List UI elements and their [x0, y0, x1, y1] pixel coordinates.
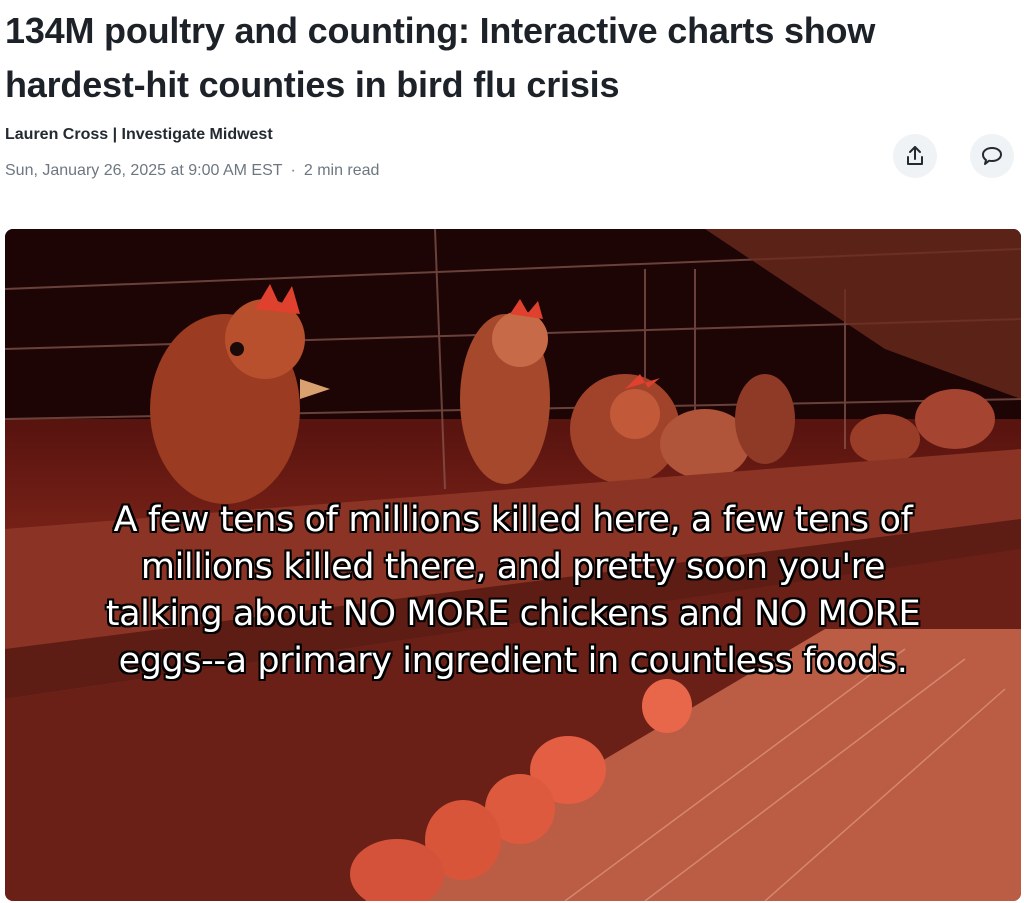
hero-image[interactable]: A few tens of millions killed here, a fe… — [5, 229, 1021, 901]
comment-button[interactable] — [970, 134, 1014, 178]
caption-line: eggs--a primary ingredient in countless … — [118, 641, 908, 681]
read-time: 2 min read — [303, 162, 380, 179]
share-icon — [907, 146, 923, 165]
caption-line: millions killed there, and pretty soon y… — [140, 547, 886, 587]
comment-icon — [982, 147, 1002, 165]
article-meta: Sun, January 26, 2025 at 9:00 AM EST · 2 m… — [5, 162, 379, 180]
meta-separator: · — [290, 162, 296, 179]
caption-line: A few tens of millions killed here, a fe… — [113, 500, 913, 540]
article-headline: 134M poultry and counting: Interactive c… — [5, 10, 876, 105]
byline[interactable]: Lauren Cross | Investigate Midwest — [5, 126, 273, 144]
share-button[interactable] — [893, 134, 937, 178]
publish-date: Sun, January 26, 2025 at 9:00 AM EST — [5, 162, 283, 179]
caption-line: talking about NO MORE chickens and NO MO… — [105, 594, 921, 634]
meme-caption: A few tens of millions killed here, a fe… — [5, 497, 1021, 685]
